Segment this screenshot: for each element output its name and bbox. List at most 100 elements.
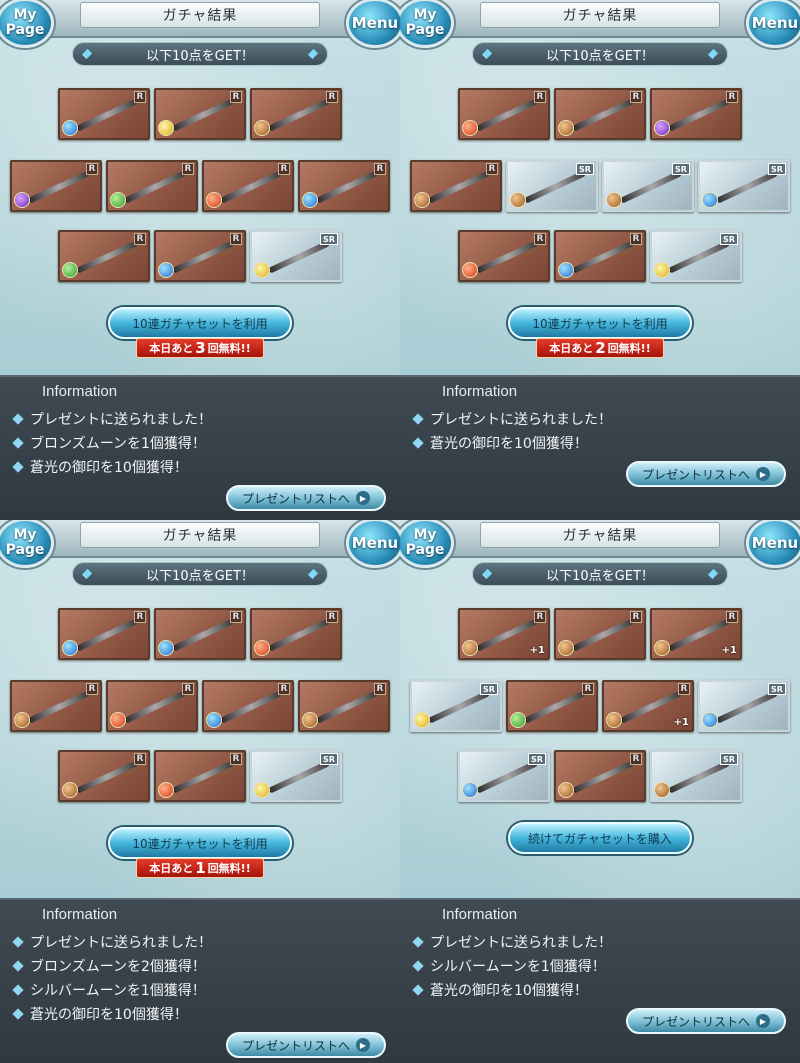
item-card[interactable]: R xyxy=(298,680,390,732)
rarity-badge: R xyxy=(374,163,386,175)
rarity-badge: R xyxy=(534,233,546,245)
free-prefix: 本日あと xyxy=(549,342,594,355)
free-count: 2 xyxy=(595,339,606,357)
item-card[interactable]: R xyxy=(58,88,150,140)
item-card[interactable]: R xyxy=(154,750,246,802)
item-art xyxy=(315,690,379,724)
info-text: シルバームーンを1個獲得！ xyxy=(30,983,206,999)
item-card[interactable]: R xyxy=(58,608,150,660)
item-card[interactable]: R xyxy=(106,160,198,212)
earth-element-icon xyxy=(558,640,574,656)
item-card[interactable]: R xyxy=(458,230,550,282)
present-list-button[interactable]: プレゼントリストへ ▶ xyxy=(626,1008,786,1034)
item-card[interactable]: R xyxy=(154,230,246,282)
get-banner: 以下10点をGET！ xyxy=(472,42,728,66)
earth-element-icon xyxy=(254,120,270,136)
menu-button[interactable]: Menu xyxy=(346,520,400,568)
rarity-badge: R xyxy=(374,683,386,695)
item-card[interactable]: R xyxy=(154,88,246,140)
item-card[interactable]: R xyxy=(410,160,502,212)
item-art xyxy=(219,170,283,204)
item-card[interactable]: R xyxy=(106,680,198,732)
item-card[interactable]: SR xyxy=(698,680,790,732)
item-card[interactable]: SR xyxy=(650,230,742,282)
rarity-badge: SR xyxy=(320,753,338,765)
item-card[interactable]: R xyxy=(58,230,150,282)
play-arrow-icon: ▶ xyxy=(756,1014,770,1028)
rarity-badge: R xyxy=(582,683,594,695)
menu-button[interactable]: Menu xyxy=(746,0,800,48)
info-text: プレゼントに送られました！ xyxy=(430,412,612,428)
item-art xyxy=(427,690,491,724)
rarity-badge: R xyxy=(726,91,738,103)
item-card[interactable]: SR xyxy=(650,750,742,802)
item-card[interactable]: R +1 xyxy=(650,608,742,660)
water-element-icon xyxy=(206,712,222,728)
earth-element-icon xyxy=(558,782,574,798)
rarity-badge: R xyxy=(534,91,546,103)
item-art xyxy=(715,690,779,724)
rarity-badge: R xyxy=(134,611,146,623)
item-card[interactable]: SR xyxy=(250,230,342,282)
info-text: シルバームーンを1個獲得！ xyxy=(430,959,606,975)
item-card[interactable]: R xyxy=(554,608,646,660)
use-gacha-set-button[interactable]: 10連ガチャセットを利用 xyxy=(508,307,692,339)
info-line: シルバームーンを1個獲得！ xyxy=(412,956,606,976)
item-card[interactable]: R xyxy=(458,88,550,140)
item-card[interactable]: R xyxy=(58,750,150,802)
earth-element-icon xyxy=(14,712,30,728)
gacha-result-panel: ガチャ結果 My Page Menu 以下10点をGET！ R R R R R xyxy=(0,0,400,520)
item-card[interactable]: R xyxy=(250,608,342,660)
present-list-button[interactable]: プレゼントリストへ ▶ xyxy=(626,461,786,487)
bullet-icon xyxy=(12,1008,24,1020)
rarity-badge: R xyxy=(182,163,194,175)
free-suffix: 回無料!! xyxy=(607,342,651,355)
item-card[interactable]: R xyxy=(506,680,598,732)
item-card[interactable]: SR xyxy=(602,160,694,212)
bullet-icon xyxy=(412,960,424,972)
menu-button[interactable]: Menu xyxy=(746,520,800,568)
item-art xyxy=(267,618,331,652)
rarity-badge: R xyxy=(278,163,290,175)
item-card[interactable]: R xyxy=(202,160,294,212)
item-card[interactable]: SR xyxy=(506,160,598,212)
item-card[interactable]: R xyxy=(554,750,646,802)
item-card[interactable]: R +1 xyxy=(458,608,550,660)
use-gacha-set-button[interactable]: 10連ガチャセットを利用 xyxy=(108,307,292,339)
item-card[interactable]: SR xyxy=(410,680,502,732)
item-card[interactable]: R xyxy=(554,230,646,282)
item-art xyxy=(475,98,539,132)
get-banner-label: 以下10点をGET！ xyxy=(546,568,654,584)
info-line: シルバームーンを1個獲得！ xyxy=(12,980,206,1000)
item-card[interactable]: R xyxy=(10,160,102,212)
get-banner: 以下10点をGET！ xyxy=(72,42,328,66)
item-card[interactable]: R xyxy=(650,88,742,140)
earth-element-icon xyxy=(62,782,78,798)
page-title: ガチャ結果 xyxy=(480,522,720,548)
plus-badge: +1 xyxy=(529,645,545,656)
item-card[interactable]: SR xyxy=(250,750,342,802)
fire-element-icon xyxy=(158,782,174,798)
item-card[interactable]: SR xyxy=(698,160,790,212)
menu-button[interactable]: Menu xyxy=(346,0,400,48)
gacha-result-panel: ガチャ結果 My Page Menu 以下10点をGET！ R R R R R xyxy=(0,520,400,1063)
buy-gacha-set-button[interactable]: 続けてガチャセットを購入 xyxy=(508,822,692,854)
item-card[interactable]: R xyxy=(154,608,246,660)
present-list-button[interactable]: プレゼントリストへ ▶ xyxy=(226,1032,386,1058)
use-gacha-set-button[interactable]: 10連ガチャセットを利用 xyxy=(108,827,292,859)
item-card[interactable]: SR xyxy=(458,750,550,802)
item-art xyxy=(75,240,139,274)
gem-icon xyxy=(307,48,319,60)
item-card[interactable]: R xyxy=(250,88,342,140)
item-art xyxy=(715,170,779,204)
light-element-icon xyxy=(414,712,430,728)
free-suffix: 回無料!! xyxy=(207,342,251,355)
item-card[interactable]: R xyxy=(554,88,646,140)
item-card[interactable]: R xyxy=(202,680,294,732)
item-card[interactable]: R xyxy=(298,160,390,212)
present-list-button[interactable]: プレゼントリストへ ▶ xyxy=(226,485,386,511)
earth-element-icon xyxy=(606,712,622,728)
item-art xyxy=(27,690,91,724)
item-card[interactable]: R xyxy=(10,680,102,732)
item-card[interactable]: R +1 xyxy=(602,680,694,732)
